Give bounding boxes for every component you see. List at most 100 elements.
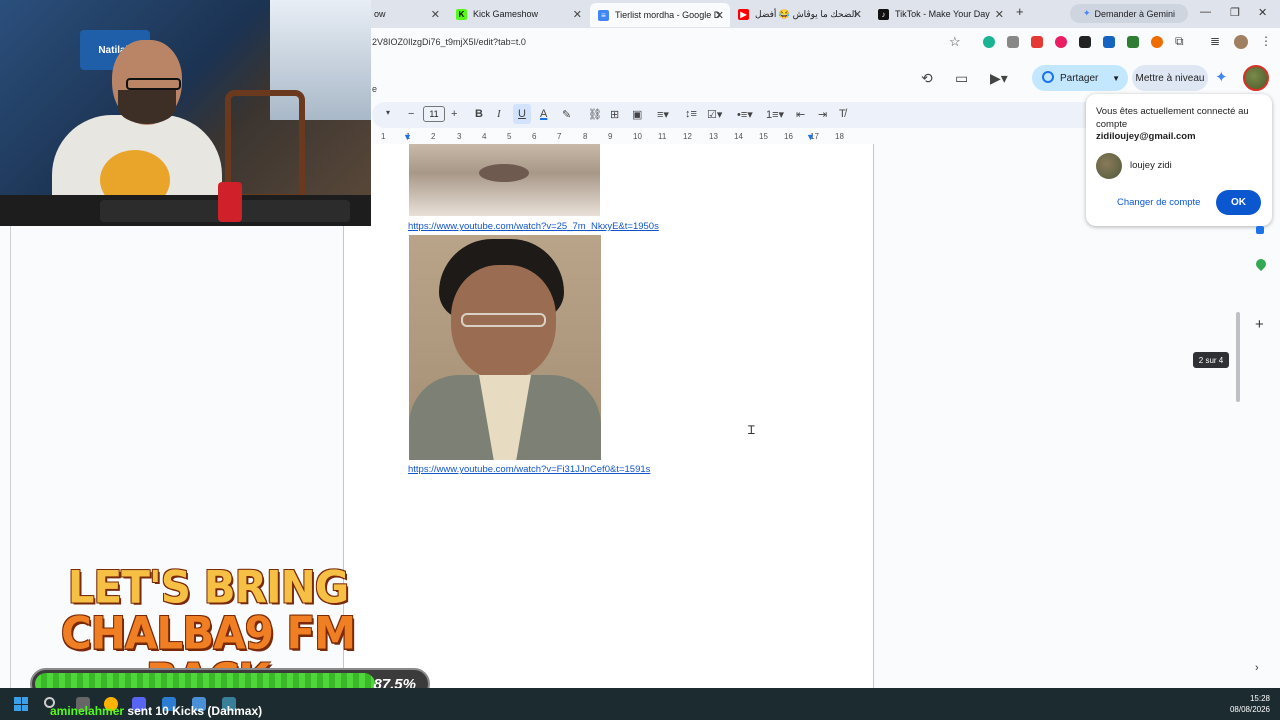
tab-google-docs[interactable]: ≡ Tierlist mordha - Google D ✕	[590, 3, 730, 27]
text-color-icon[interactable]: A	[540, 108, 547, 120]
extension-icon[interactable]	[983, 36, 995, 48]
insert-link-icon[interactable]: ⛓	[588, 108, 602, 121]
kick-alert-user: aminelahmer	[50, 704, 125, 718]
ruler-tick-label: 3	[457, 132, 462, 141]
increase-font-size-icon[interactable]: +	[451, 108, 457, 120]
tab-label: الضحك ما يوڨاش 😂 أفضل	[755, 8, 857, 19]
clock-date: 08/08/2026	[1229, 705, 1270, 714]
left-indent-marker-icon[interactable]: ▼	[403, 132, 412, 142]
ruler[interactable]	[372, 130, 874, 144]
youtube-link-1[interactable]: https://www.youtube.com/watch?v=25_7m_Nk…	[408, 221, 659, 232]
tab-youtube[interactable]: ▶ الضحك ما يوڨاش 😂 أفضل ✕	[730, 4, 868, 24]
switch-account-link[interactable]: Changer de compte	[1117, 197, 1200, 208]
webcam-overlay: Natilait	[0, 0, 371, 226]
document-image-1[interactable]	[409, 144, 600, 216]
chevron-down-icon[interactable]: ▾	[386, 108, 390, 117]
ruler-tick-label: 13	[709, 132, 718, 141]
extension-icon[interactable]	[1103, 36, 1115, 48]
share-button[interactable]: Partager ▼	[1032, 65, 1128, 91]
ruler-tick-label: 4	[482, 132, 487, 141]
bold-icon[interactable]: B	[475, 108, 483, 120]
image-detail	[461, 313, 546, 327]
extensions-puzzle-icon[interactable]: ⧉	[1175, 34, 1184, 49]
webcam-mug	[218, 182, 242, 222]
tab-partial[interactable]: ow ✕	[366, 4, 446, 24]
version-history-icon[interactable]: ⟲	[921, 70, 933, 87]
menu-fragment: e	[372, 84, 378, 94]
ruler-tick-label: 9	[608, 132, 613, 141]
minimize-icon[interactable]: —	[1200, 6, 1211, 18]
bookmark-star-icon[interactable]: ☆	[949, 34, 961, 50]
system-clock[interactable]: 15:28 08/08/2026	[1220, 693, 1270, 715]
profile-avatar-icon[interactable]	[1234, 35, 1248, 49]
maps-icon[interactable]	[1253, 256, 1269, 272]
increase-indent-icon[interactable]: ⇥	[818, 108, 827, 121]
account-message: Vous êtes actuellement connecté au compt…	[1096, 106, 1249, 130]
close-tab-icon[interactable]: ✕	[715, 9, 724, 22]
ruler-tick-label: 5	[507, 132, 512, 141]
globe-icon	[1042, 71, 1054, 83]
url-field[interactable]: 2V8IOZ0IlzgDi76_t9mjX5I/edit?tab=t.0	[372, 37, 526, 47]
right-indent-marker-icon[interactable]: ▼	[806, 132, 815, 142]
numbered-list-icon[interactable]: 1≡▾	[766, 108, 784, 121]
tab-kick-gameshow[interactable]: K Kick Gameshow ✕	[448, 4, 588, 24]
ruler-tick-label: 16	[784, 132, 793, 141]
line-spacing-icon[interactable]: ↕≡	[685, 108, 697, 120]
account-popup: Vous êtes actuellement connecté au compt…	[1086, 94, 1272, 226]
scrollbar-thumb[interactable]	[1236, 312, 1240, 402]
extension-icon[interactable]	[1079, 36, 1091, 48]
new-tab-icon[interactable]: +	[1016, 4, 1024, 19]
docs-icon: ≡	[598, 9, 609, 21]
underline-icon[interactable]: U	[513, 104, 531, 124]
comments-icon[interactable]: ▭	[955, 70, 968, 87]
clear-formatting-icon[interactable]: T̸	[839, 108, 846, 120]
windows-start-icon[interactable]	[14, 697, 28, 711]
close-tab-icon[interactable]: ✕	[995, 8, 1004, 21]
add-comment-icon[interactable]: ⊞	[610, 108, 619, 121]
chevron-down-icon[interactable]: ▼	[1112, 74, 1120, 83]
browser-menu-icon[interactable]: ⋮	[1260, 34, 1272, 48]
tab-tiktok[interactable]: ♪ TikTok - Make Your Day ✕	[870, 4, 1010, 24]
ruler-tick-label: 6	[532, 132, 537, 141]
bulleted-list-icon[interactable]: •≡▾	[737, 108, 753, 121]
font-size-input[interactable]: 11	[423, 106, 445, 122]
tiktok-icon: ♪	[878, 8, 889, 20]
meet-video-icon[interactable]: ▶▾	[990, 70, 1008, 87]
ok-button[interactable]: OK	[1216, 190, 1261, 215]
close-tab-icon[interactable]: ✕	[573, 8, 582, 21]
close-tab-icon[interactable]: ✕	[853, 8, 862, 21]
reading-list-icon[interactable]: ≣	[1210, 34, 1220, 48]
highlight-icon[interactable]: ✎	[562, 108, 571, 121]
tasks-icon[interactable]	[1256, 226, 1264, 234]
checklist-icon[interactable]: ☑▾	[707, 108, 722, 121]
extension-icon[interactable]	[1127, 36, 1139, 48]
ruler-tick-label: 10	[633, 132, 642, 141]
chevron-right-icon[interactable]: ›	[1255, 662, 1259, 674]
extension-icon[interactable]	[1031, 36, 1043, 48]
youtube-link-2[interactable]: https://www.youtube.com/watch?v=Fi31JJnC…	[408, 464, 650, 475]
document-image-2[interactable]	[409, 235, 601, 460]
italic-icon[interactable]: I	[497, 108, 501, 120]
stream-goal-line1: LET'S BRING	[67, 561, 349, 613]
restore-icon[interactable]: ❐	[1230, 6, 1240, 19]
insert-image-icon[interactable]: ▣	[632, 108, 642, 121]
gemini-sparkle-icon[interactable]: ✦	[1215, 68, 1228, 86]
align-icon[interactable]: ≡▾	[657, 108, 669, 121]
image-detail	[479, 164, 529, 182]
account-email: zidiloujey@gmail.com	[1096, 131, 1196, 142]
ask-gemini-button[interactable]: ✦ Demander à Gemini	[1070, 4, 1188, 23]
webcam-glasses	[126, 78, 181, 90]
ruler-tick-label: 8	[583, 132, 588, 141]
tab-label: ow	[374, 9, 386, 19]
decrease-font-size-icon[interactable]: −	[408, 108, 414, 120]
account-avatar[interactable]	[1243, 65, 1269, 91]
extension-icon[interactable]	[1055, 36, 1067, 48]
tab-label: Kick Gameshow	[473, 9, 539, 19]
close-tab-icon[interactable]: ✕	[431, 8, 440, 21]
camera-extension-icon[interactable]	[1007, 36, 1019, 48]
close-window-icon[interactable]: ✕	[1258, 6, 1267, 19]
upgrade-button[interactable]: Mettre à niveau	[1132, 65, 1208, 91]
add-addon-icon[interactable]: +	[1255, 316, 1264, 333]
decrease-indent-icon[interactable]: ⇤	[796, 108, 805, 121]
extension-icon[interactable]	[1151, 36, 1163, 48]
